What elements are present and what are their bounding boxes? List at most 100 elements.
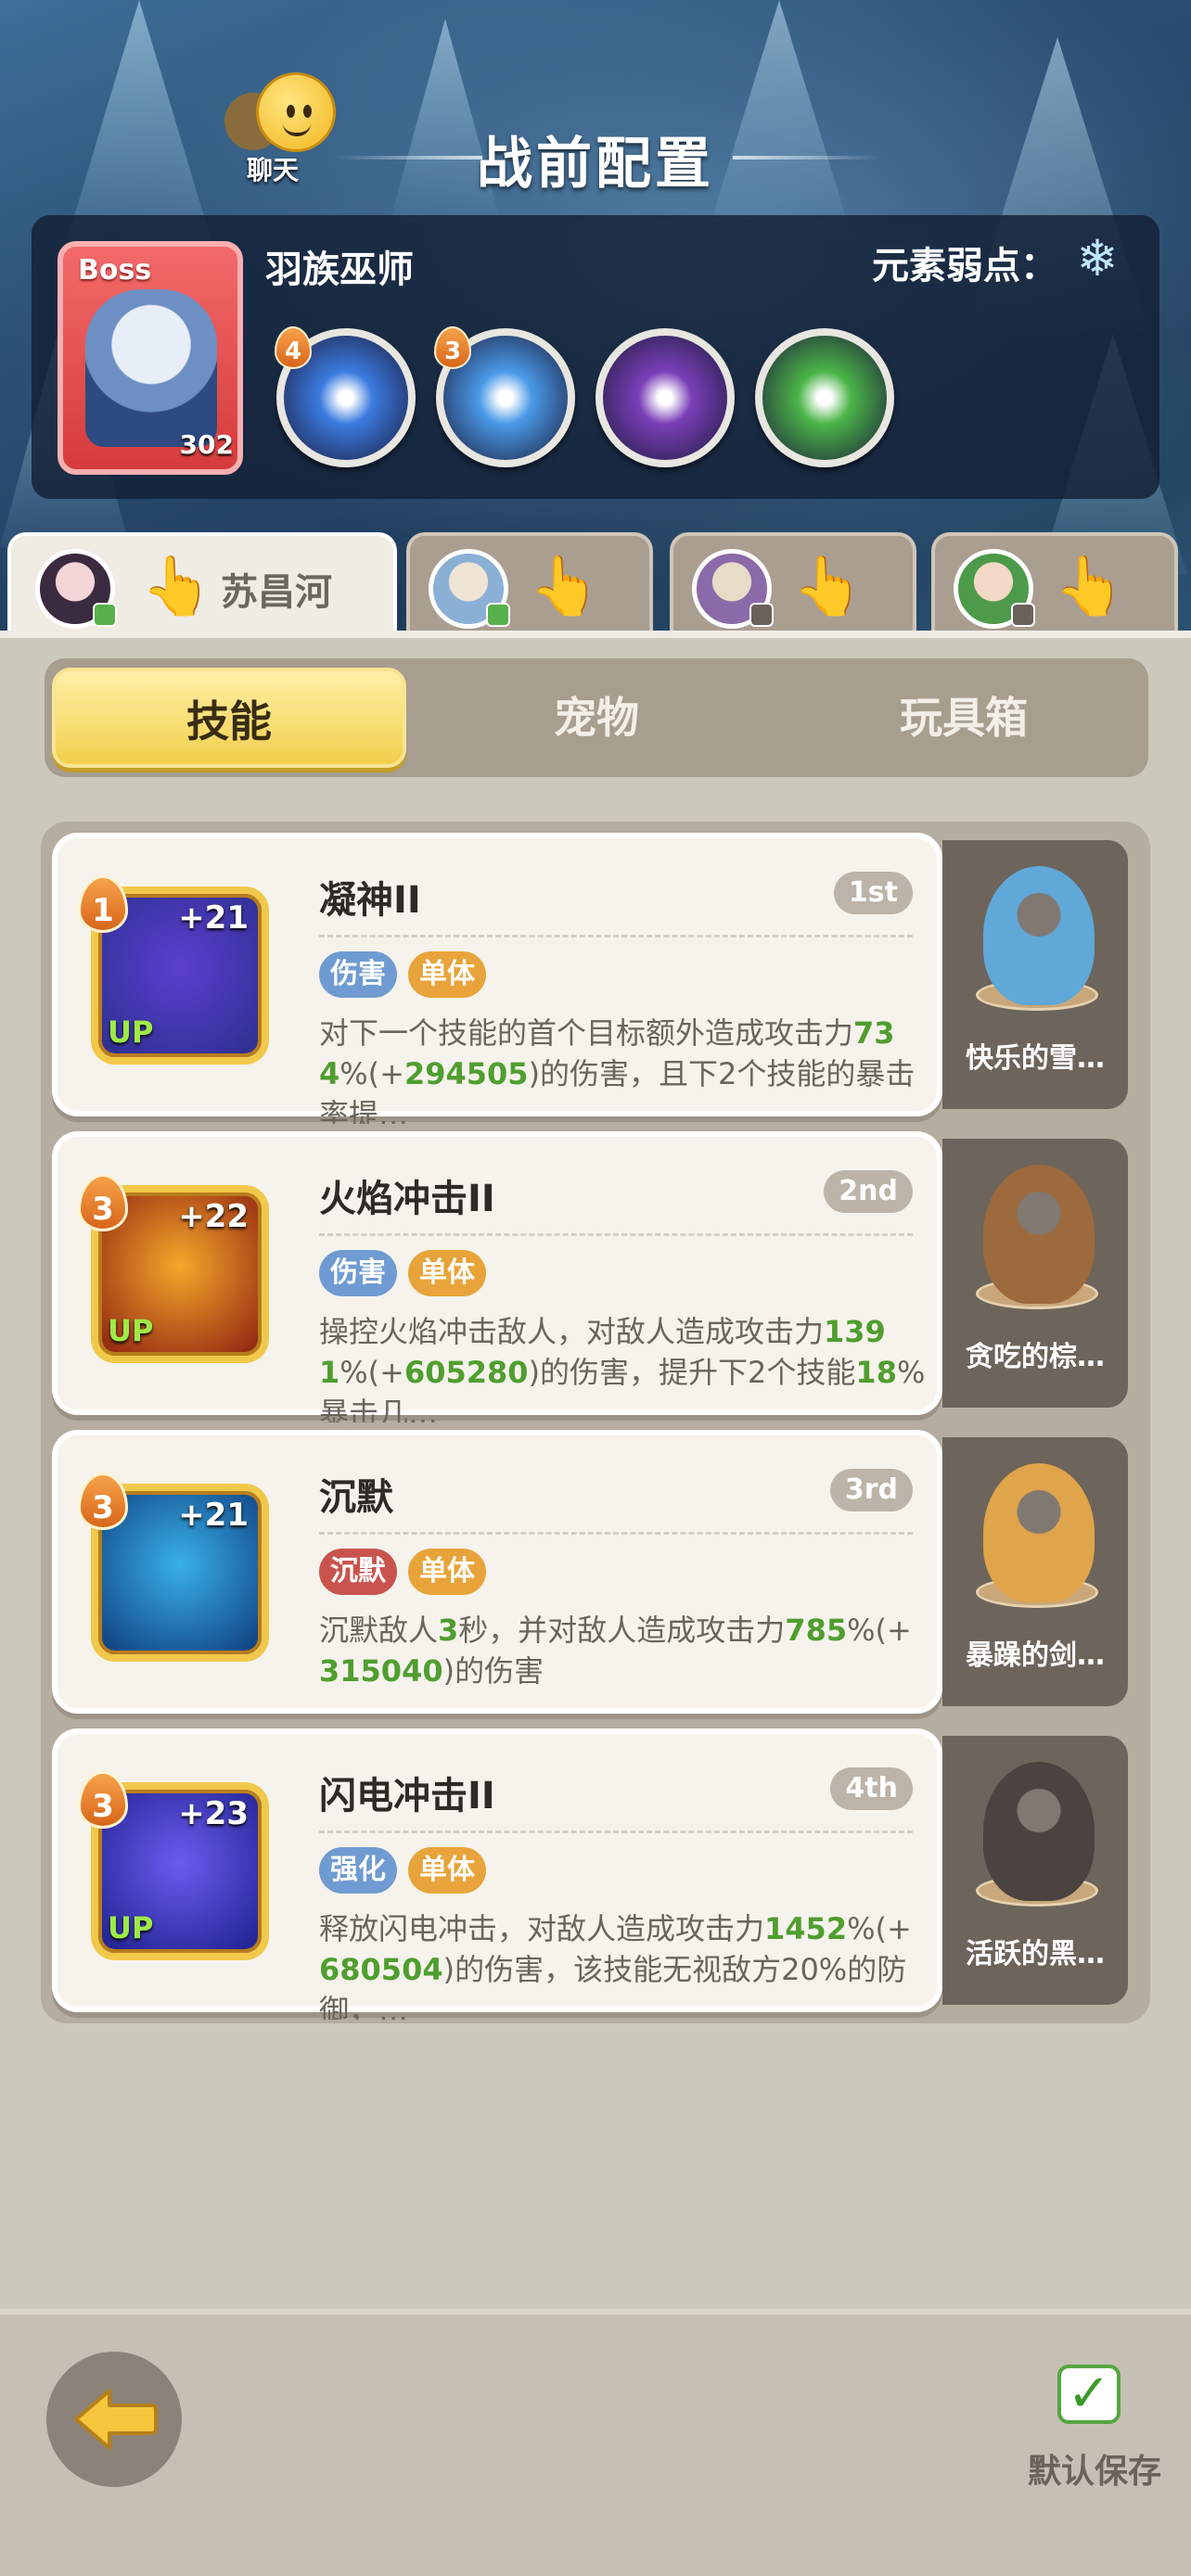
player-tab-2[interactable]: 👆	[406, 532, 653, 631]
skill-row[interactable]: +21 UP 1 凝神II 1st 伤害 单体 对下一个技能的首个目标额外造成攻击力734%(…	[52, 833, 1139, 1124]
skill-desc-text: %(+	[847, 1613, 912, 1648]
pet-name: 活跃的黑…	[966, 1938, 1105, 1970]
skill-desc-text: 秒，并对敌人造成攻击力	[458, 1613, 786, 1648]
boss-name: 羽族巫师	[265, 249, 414, 291]
pet-figure	[983, 1165, 1095, 1304]
online-status-icon	[486, 603, 510, 627]
pet-figure	[983, 1463, 1095, 1602]
pet-slot[interactable]: 快乐的雪…	[942, 840, 1128, 1109]
skill-plus-level: +22	[178, 1198, 249, 1235]
skill-plus-level: +21	[178, 1497, 249, 1534]
skill-description: 操控火焰冲击敌人，对敌人造成攻击力1391%(+605280)的伤害，提升下2个…	[319, 1311, 926, 1422]
skill-card[interactable]: +21 UP 1 凝神II 1st 伤害 单体 对下一个技能的首个目标额外造成攻击力734%(…	[52, 833, 942, 1124]
boss-portrait	[85, 289, 217, 447]
skill-desc-number: 18	[855, 1355, 897, 1390]
skill-description: 沉默敌人3秒，并对敌人造成攻击力785%(+ 315040)的伤害	[319, 1610, 926, 1721]
player-tab-3[interactable]: 👆	[670, 532, 916, 631]
skill-desc-text: )的伤害，提升下2个技能	[528, 1355, 856, 1390]
like-hand-icon[interactable]: 👆	[1054, 549, 1125, 623]
skill-desc-text: 释放闪电冲击，对敌人造成攻击力	[319, 1911, 765, 1946]
default-save-checkbox[interactable]: ✓	[1057, 2365, 1121, 2424]
player-name: 苏昌河	[221, 571, 332, 614]
boss-card[interactable]: Boss 302	[58, 241, 243, 475]
skill-desc-text: %(+	[339, 1355, 404, 1390]
like-hand-icon[interactable]: 👆	[529, 549, 600, 623]
skill-desc-number: 294505	[403, 1056, 529, 1091]
skill-card[interactable]: +22 UP 3 火焰冲击II 2nd 伤害 单体 操控火焰冲击敌人，对敌人造成攻击力1391…	[52, 1131, 942, 1422]
tab-skills[interactable]: 技能	[52, 668, 406, 768]
back-arrow-icon	[74, 2389, 158, 2450]
skill-level-badge: 3	[78, 1174, 128, 1231]
skill-tag: 单体	[408, 951, 486, 998]
skill-desc-number: 785	[785, 1613, 848, 1648]
pet-slot[interactable]: 暴躁的剑…	[942, 1437, 1128, 1706]
skill-upgrade-badge: UP	[108, 1014, 154, 1050]
like-hand-icon[interactable]: 👆	[141, 549, 212, 623]
skill-tag: 强化	[319, 1847, 397, 1894]
pet-figure	[983, 866, 1095, 1005]
skill-card[interactable]: +21 3 沉默 3rd 沉默 单体 沉默敌人3秒，并对敌人造成攻击力785%(+31504…	[52, 1430, 942, 1714]
boss-level: 302	[179, 429, 234, 460]
skill-tag: 沉默	[319, 1549, 397, 1595]
skill-title: 闪电冲击II	[319, 1775, 495, 1817]
skill-desc-text: 操控火焰冲击敌人，对敌人造成攻击力	[319, 1314, 825, 1349]
boss-info-panel: Boss 302 羽族巫师 元素弱点： ❄ 4 3	[32, 215, 1159, 499]
skill-desc-number: 1452	[764, 1911, 848, 1946]
boss-skill-orb[interactable]: 3	[434, 326, 575, 467]
pet-slot[interactable]: 活跃的黑…	[942, 1736, 1128, 2005]
bottom-bar: ✓ 默认保存	[0, 2309, 1191, 2576]
skill-level-badge: 3	[78, 1473, 128, 1530]
player-tab-4[interactable]: 👆	[931, 532, 1178, 631]
skill-description: 对下一个技能的首个目标额外造成攻击力734%(+294505)的伤害，且下2个技…	[319, 1013, 926, 1124]
offline-status-icon	[749, 603, 774, 627]
offline-status-icon	[1011, 603, 1035, 627]
skill-description: 释放闪电冲击，对敌人造成攻击力1452%(+680504)的伤害，该技能无视敌方…	[319, 1908, 926, 2020]
snowflake-icon: ❄	[1076, 229, 1119, 287]
default-save-label: 默认保存	[1028, 2453, 1162, 2491]
config-panel: 技能 宠物 玩具箱 +21 UP 1 凝神II 1st 伤害 单体 对下一个技能的首个目标额外…	[0, 631, 1191, 2318]
boss-skill-orb[interactable]: 4	[275, 326, 416, 467]
tab-toybox[interactable]: 玩具箱	[787, 668, 1141, 768]
skill-card[interactable]: +23 UP 3 闪电冲击II 4th 强化 单体 释放闪电冲击，对敌人造成攻击力1452%(…	[52, 1728, 942, 2020]
skill-title: 凝神II	[319, 879, 421, 922]
divider	[319, 935, 913, 937]
boss-skill-orb[interactable]	[755, 328, 894, 467]
skill-row[interactable]: +23 UP 3 闪电冲击II 4th 强化 单体 释放闪电冲击，对敌人造成攻击力1452%(…	[52, 1728, 1139, 2020]
page-title: 战前配置	[477, 132, 714, 197]
pet-slot[interactable]: 贪吃的棕…	[942, 1139, 1128, 1408]
skill-desc-number: 3	[438, 1613, 459, 1648]
skill-desc-text: %(+	[847, 1911, 912, 1946]
divider	[319, 1532, 913, 1535]
skill-order-badge: 2nd	[824, 1170, 913, 1213]
skill-title: 火焰冲击II	[319, 1178, 495, 1220]
skill-tag: 单体	[408, 1549, 486, 1595]
skill-row[interactable]: +22 UP 3 火焰冲击II 2nd 伤害 单体 操控火焰冲击敌人，对敌人造成攻击力1391…	[52, 1131, 1139, 1422]
skill-tag: 单体	[408, 1250, 486, 1296]
chat-face-eye	[303, 105, 312, 118]
skill-title: 沉默	[319, 1476, 393, 1519]
divider	[319, 1233, 913, 1236]
skill-level-badge: 3	[78, 1771, 128, 1829]
tab-pets[interactable]: 宠物	[419, 668, 774, 768]
pet-name: 快乐的雪…	[966, 1042, 1105, 1075]
skill-upgrade-badge: UP	[108, 1313, 154, 1348]
pet-name: 贪吃的棕…	[966, 1341, 1105, 1373]
skill-order-badge: 3rd	[829, 1469, 913, 1511]
skill-upgrade-badge: UP	[108, 1910, 154, 1945]
like-hand-icon[interactable]: 👆	[792, 549, 864, 623]
boss-tag: Boss	[78, 254, 152, 287]
player-tab-1[interactable]: 👆 苏昌河	[7, 532, 397, 631]
orb-count-badge: 3	[434, 326, 471, 369]
skill-level-badge: 1	[78, 875, 128, 933]
boss-skill-orb[interactable]	[596, 328, 735, 467]
skill-desc-number: 315040	[319, 1653, 443, 1689]
skill-desc-number: 680504	[319, 1952, 443, 1987]
skill-desc-text: 对下一个技能的首个目标额外造成攻击力	[319, 1015, 854, 1051]
chat-face-eye	[287, 105, 295, 118]
skill-desc-text: 沉默敌人	[319, 1613, 439, 1648]
skill-list: +21 UP 1 凝神II 1st 伤害 单体 对下一个技能的首个目标额外造成攻击力734%(…	[41, 822, 1150, 2023]
skill-row[interactable]: +21 3 沉默 3rd 沉默 单体 沉默敌人3秒，并对敌人造成攻击力785%(+31504…	[52, 1430, 1139, 1714]
skill-order-badge: 4th	[830, 1767, 913, 1810]
back-button[interactable]	[46, 2352, 182, 2487]
orb-count-badge: 4	[275, 326, 312, 369]
